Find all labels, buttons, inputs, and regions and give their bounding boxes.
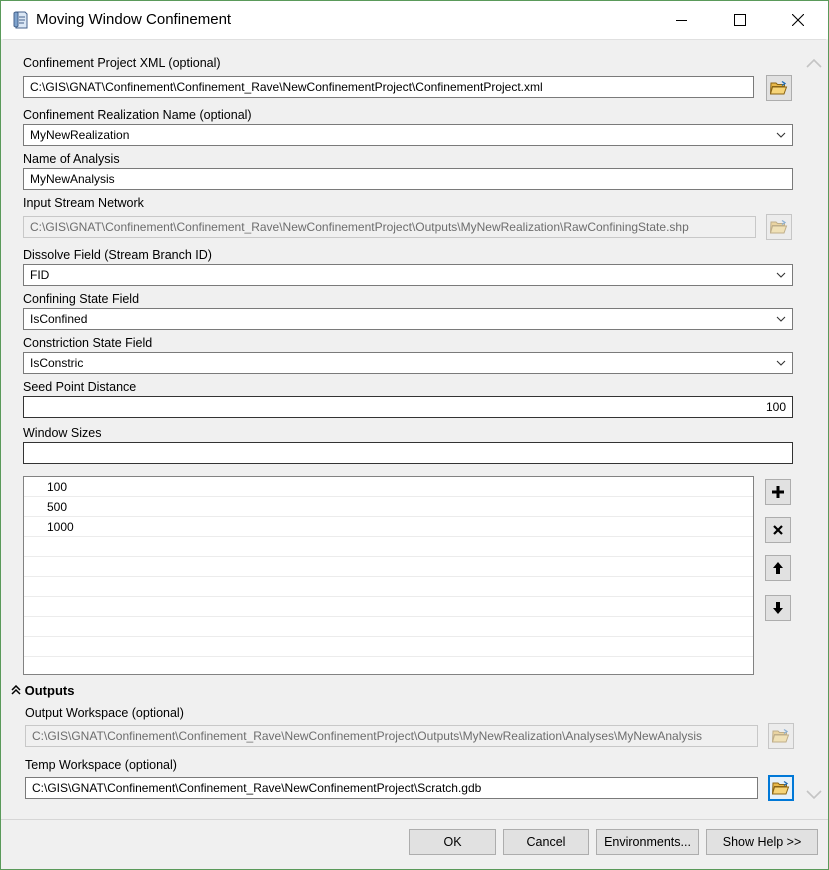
maximize-icon (734, 14, 746, 26)
empty-list-row (24, 537, 753, 557)
outputs-section-header[interactable]: Outputs (11, 683, 74, 698)
environments-button[interactable]: Environments... (596, 829, 699, 855)
empty-list-row (24, 577, 753, 597)
empty-list-row (24, 637, 753, 657)
dissolve-field-label: Dissolve Field (Stream Branch ID) (23, 248, 212, 262)
temp-workspace-label: Temp Workspace (optional) (25, 758, 177, 772)
output-workspace-label: Output Workspace (optional) (25, 706, 184, 720)
scroll-down-icon[interactable] (805, 788, 823, 802)
outputs-heading: Outputs (24, 683, 75, 698)
empty-list-row (24, 597, 753, 617)
list-item[interactable]: 100 (24, 477, 753, 497)
script-tool-icon (13, 11, 28, 29)
confining-state-select[interactable]: IsConfined (23, 308, 793, 330)
window-sizes-label: Window Sizes (23, 426, 102, 440)
window-sizes-input[interactable] (23, 442, 793, 464)
folder-open-icon (770, 80, 788, 95)
realization-label: Confinement Realization Name (optional) (23, 108, 252, 122)
stream-network-label: Input Stream Network (23, 196, 144, 210)
realization-value: MyNewRealization (30, 128, 130, 142)
scroll-up-icon[interactable] (805, 56, 823, 70)
confining-state-label: Confining State Field (23, 292, 140, 306)
parameters-panel: Confinement Project XML (optional) C:\GI… (3, 39, 826, 818)
dissolve-field-select[interactable]: FID (23, 264, 793, 286)
folder-open-icon (772, 728, 790, 743)
list-item[interactable]: 1000 (24, 517, 753, 537)
move-down-button[interactable] (765, 595, 791, 621)
window-sizes-list[interactable]: 100 500 1000 (23, 476, 754, 675)
realization-select[interactable]: MyNewRealization (23, 124, 793, 146)
show-help-button[interactable]: Show Help >> (706, 829, 818, 855)
chevron-down-icon (776, 360, 786, 366)
stream-network-input: C:\GIS\GNAT\Confinement\Confinement_Rave… (23, 216, 756, 238)
window-title: Moving Window Confinement (36, 11, 232, 28)
minimize-icon (676, 20, 687, 21)
output-workspace-browse-button (768, 723, 794, 749)
title-bar: Moving Window Confinement (1, 1, 828, 39)
plus-icon (772, 486, 784, 498)
folder-open-icon (770, 219, 788, 234)
list-item[interactable]: 500 (24, 497, 753, 517)
dialog-footer: OK Cancel Environments... Show Help >> (1, 819, 828, 869)
chevron-down-icon (776, 132, 786, 138)
add-item-button[interactable] (765, 479, 791, 505)
x-icon (773, 525, 783, 535)
project-xml-input[interactable]: C:\GIS\GNAT\Confinement\Confinement_Rave… (23, 76, 754, 98)
cancel-button[interactable]: Cancel (503, 829, 589, 855)
confining-state-value: IsConfined (30, 312, 88, 326)
minimize-button[interactable] (653, 1, 711, 39)
analysis-name-label: Name of Analysis (23, 152, 120, 166)
tool-dialog-window: Moving Window Confinement Confinement Pr… (0, 0, 829, 870)
arrow-up-icon (773, 562, 783, 574)
empty-list-row (24, 657, 753, 674)
temp-workspace-input[interactable]: C:\GIS\GNAT\Confinement\Confinement_Rave… (25, 777, 758, 799)
collapse-icon (11, 684, 21, 695)
move-up-button[interactable] (765, 555, 791, 581)
maximize-button[interactable] (711, 1, 769, 39)
temp-workspace-browse-button[interactable] (768, 775, 794, 801)
empty-list-row (24, 617, 753, 637)
output-workspace-input: C:\GIS\GNAT\Confinement\Confinement_Rave… (25, 725, 758, 747)
constriction-state-select[interactable]: IsConstric (23, 352, 793, 374)
ok-button[interactable]: OK (409, 829, 496, 855)
arrow-down-icon (773, 602, 783, 614)
seed-distance-input[interactable]: 100 (23, 396, 793, 418)
empty-list-row (24, 557, 753, 577)
chevron-down-icon (776, 272, 786, 278)
stream-network-browse-button (766, 214, 792, 240)
dissolve-field-value: FID (30, 268, 50, 282)
chevron-down-icon (776, 316, 786, 322)
folder-open-icon (772, 780, 790, 795)
seed-distance-label: Seed Point Distance (23, 380, 137, 394)
close-icon (792, 14, 804, 26)
analysis-name-input[interactable]: MyNewAnalysis (23, 168, 793, 190)
constriction-state-label: Constriction State Field (23, 336, 153, 350)
remove-item-button[interactable] (765, 517, 791, 543)
project-xml-browse-button[interactable] (766, 75, 792, 101)
project-xml-label: Confinement Project XML (optional) (23, 56, 221, 70)
constriction-state-value: IsConstric (30, 356, 84, 370)
close-button[interactable] (769, 1, 827, 39)
